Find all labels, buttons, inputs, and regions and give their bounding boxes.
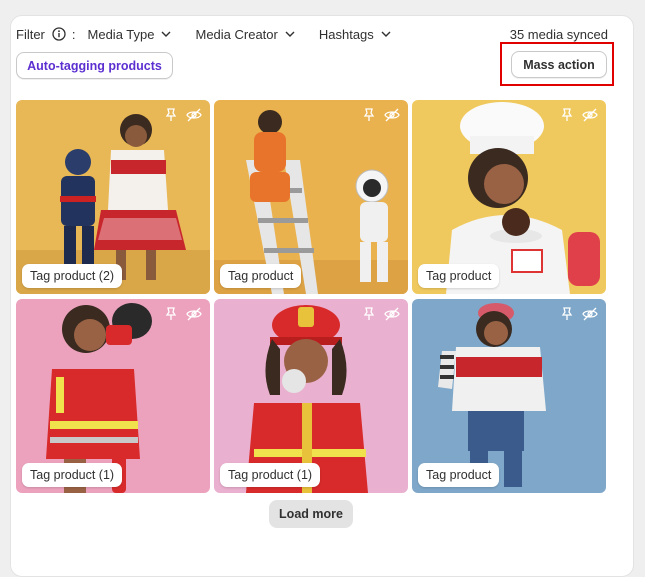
filter-bar: Filter : Media Type Media Creator Hashta…: [16, 24, 608, 44]
hidden-eye-icon[interactable]: [582, 108, 598, 122]
media-type-dropdown[interactable]: Media Type: [88, 27, 172, 42]
media-creator-dropdown[interactable]: Media Creator: [195, 26, 295, 42]
media-tile[interactable]: Tag product: [214, 100, 408, 294]
tag-product-button[interactable]: Tag product: [220, 264, 302, 288]
tag-product-button[interactable]: Tag product (1): [22, 463, 123, 487]
hidden-eye-icon[interactable]: [384, 108, 400, 122]
media-creator-label: Media Creator: [195, 26, 278, 42]
hidden-eye-icon[interactable]: [186, 108, 202, 122]
hidden-eye-icon[interactable]: [186, 307, 202, 321]
auto-tagging-products-button[interactable]: Auto-tagging products: [16, 52, 173, 79]
chevron-down-icon: [381, 31, 391, 37]
hashtags-dropdown[interactable]: Hashtags: [319, 27, 391, 42]
media-grid: Tag product (2) Tag product Tag product …: [16, 100, 608, 493]
media-synced-count: 35 media synced: [509, 26, 608, 42]
chevron-down-icon: [161, 31, 171, 37]
media-tile[interactable]: Tag product (1): [16, 299, 210, 493]
pin-icon[interactable]: [362, 108, 376, 122]
tag-product-button[interactable]: Tag product (2): [22, 264, 123, 288]
pin-icon[interactable]: [362, 307, 376, 321]
media-tile[interactable]: Tag product (2): [16, 100, 210, 294]
tag-product-button[interactable]: Tag product: [418, 463, 500, 487]
hidden-eye-icon[interactable]: [384, 307, 400, 321]
info-icon[interactable]: [52, 27, 66, 41]
highlight-box: [500, 42, 614, 86]
hidden-eye-icon[interactable]: [582, 307, 598, 321]
filter-label: Filter: [16, 26, 45, 42]
pin-icon[interactable]: [560, 307, 574, 321]
pin-icon[interactable]: [560, 108, 574, 122]
media-type-label: Media Type: [87, 26, 155, 42]
hashtags-label: Hashtags: [318, 26, 374, 42]
media-tile[interactable]: Tag product (1): [214, 299, 408, 493]
chevron-down-icon: [285, 31, 295, 37]
load-more-button[interactable]: Load more: [269, 500, 353, 528]
pin-icon[interactable]: [164, 108, 178, 122]
tag-product-button[interactable]: Tag product (1): [220, 463, 321, 487]
media-tile[interactable]: Tag product: [412, 100, 606, 294]
filter-colon: :: [71, 26, 76, 42]
media-tile[interactable]: Tag product: [412, 299, 606, 493]
tag-product-button[interactable]: Tag product: [418, 264, 500, 288]
pin-icon[interactable]: [164, 307, 178, 321]
